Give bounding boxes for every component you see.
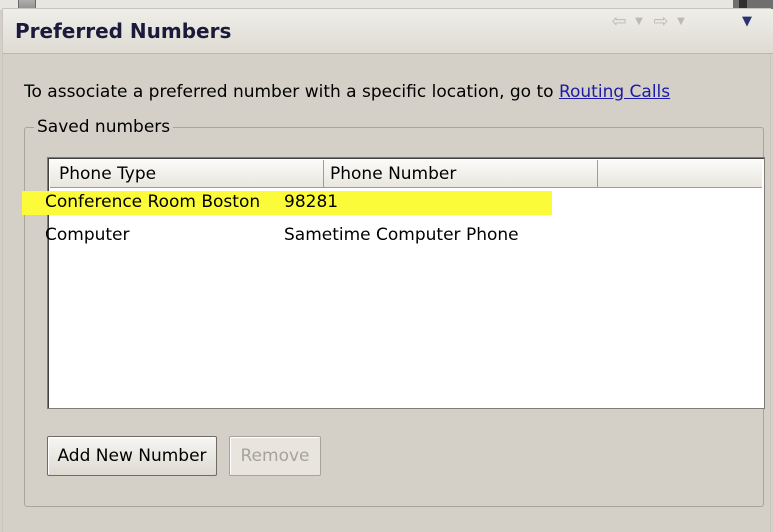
table-header: Phone Type Phone Number — [50, 160, 762, 188]
table-row[interactable]: Conference Room Boston 98281 — [22, 191, 552, 215]
forward-arrow-icon[interactable]: ⇨ — [650, 11, 672, 32]
add-new-number-button[interactable]: Add New Number — [47, 436, 217, 476]
forward-dropdown-icon[interactable]: ▼ — [674, 12, 688, 30]
phone-number-cell: 98281 — [278, 191, 552, 215]
view-menu-icon[interactable]: ▼ — [738, 12, 756, 30]
routing-info-text: To associate a preferred number with a s… — [24, 82, 670, 102]
column-header-phone-type[interactable]: Phone Type — [50, 160, 324, 188]
back-dropdown-icon[interactable]: ▼ — [632, 12, 646, 30]
phone-type-cell: Computer — [45, 225, 130, 245]
panel-title: Preferred Numbers — [15, 19, 232, 43]
remove-button[interactable]: Remove — [229, 436, 321, 476]
saved-numbers-legend: Saved numbers — [34, 117, 174, 137]
phone-type-cell: Conference Room Boston — [22, 191, 278, 215]
column-header-empty[interactable] — [598, 160, 762, 188]
routing-calls-link[interactable]: Routing Calls — [559, 82, 670, 102]
back-arrow-icon[interactable]: ⇦ — [608, 11, 630, 32]
column-header-phone-number[interactable]: Phone Number — [324, 160, 598, 188]
phone-number-cell: Sametime Computer Phone — [284, 225, 519, 245]
info-text: To associate a preferred number with a s… — [24, 82, 559, 102]
table-row[interactable]: Computer Sametime Computer Phone — [22, 224, 552, 248]
